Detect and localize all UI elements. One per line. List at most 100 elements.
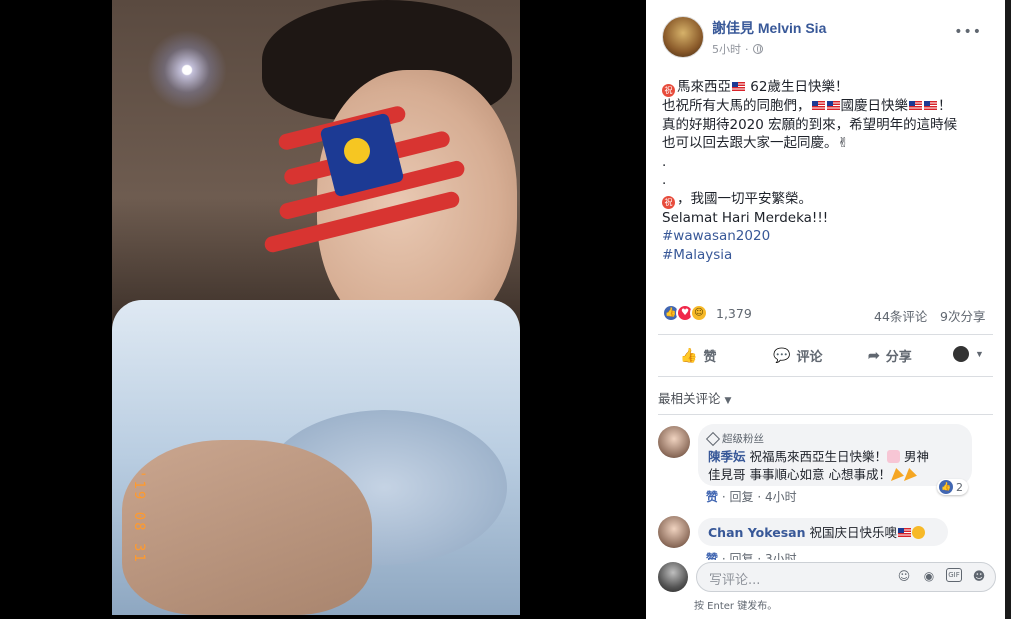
haha-reaction-icon[interactable]: ☺ — [690, 304, 708, 322]
like-label: 赞 — [703, 349, 717, 364]
photo-hand — [122, 440, 372, 615]
malaysia-flag-icon — [924, 101, 937, 110]
post-line: 祝馬來西亞 62歲生日快樂！ — [662, 78, 997, 97]
post-line: 祝，我國一切平安繁榮。 — [662, 190, 997, 209]
commenter-avatar[interactable] — [658, 516, 690, 548]
party-popper-icon — [903, 468, 917, 481]
comment-count[interactable]: 44条评论 — [874, 306, 927, 325]
smile-emoji-icon — [912, 526, 925, 539]
divider — [658, 376, 993, 377]
caret-down-icon: ▼ — [724, 396, 732, 406]
react-as-selector[interactable]: ▼ — [953, 346, 984, 362]
flag-sun — [344, 138, 370, 164]
gif-icon[interactable]: GIF — [946, 568, 962, 582]
badge-label: 超级粉丝 — [722, 433, 764, 445]
comment-sort-dropdown[interactable]: 最相关评论 ▼ — [658, 388, 731, 407]
comment-button[interactable]: 💬 评论 — [773, 346, 822, 365]
share-button[interactable]: ➦ 分享 — [868, 346, 912, 365]
ellipsis-icon[interactable]: ••• — [954, 24, 982, 40]
sort-label: 最相关评论 — [658, 391, 721, 406]
comment-actions: 赞 · 回复 · 4小时 — [706, 488, 797, 505]
comment-time[interactable]: 4小时 — [765, 490, 797, 504]
comment-reply-link[interactable]: 回复 — [729, 490, 753, 504]
post-panel: 謝佳見 Melvin Sia 5小时 · ••• 祝馬來西亞 62歲生日快樂！ … — [646, 0, 1005, 619]
share-label: 分享 — [885, 349, 912, 364]
post-actions: 👍 赞 💬 评论 ➦ 分享 ▼ — [658, 340, 993, 372]
camera-icon[interactable]: ◉ — [921, 568, 937, 584]
speech-bubble-icon: 💬 — [773, 347, 791, 363]
comment-like-link[interactable]: 赞 — [706, 490, 718, 504]
comment-bubble: Chan Yokesan 祝国庆日快乐噢 — [698, 518, 948, 546]
hashtag-link[interactable]: #Malaysia — [662, 246, 997, 265]
comment-text-part: 祝福馬來西亞生日快樂！ — [749, 449, 888, 464]
like-button[interactable]: 👍 赞 — [680, 346, 716, 365]
post-line: . — [662, 153, 667, 170]
malaysia-flag-icon — [909, 101, 922, 110]
dot-separator: · — [745, 42, 749, 56]
post-photo[interactable]: '19 08 31 — [112, 0, 520, 615]
reaction-count[interactable]: 1,379 — [716, 306, 752, 321]
post-text-part: 國慶日快樂 — [840, 98, 909, 114]
comment-text: 陳季妘 祝福馬來西亞生日快樂！ 男神 — [708, 448, 962, 466]
author-avatar[interactable] — [662, 16, 704, 58]
divider — [658, 414, 993, 415]
post-line: Selamat Hari Merdeka!!! — [662, 209, 829, 226]
share-count[interactable]: 9次分享 — [940, 306, 985, 325]
post-header: 謝佳見 Melvin Sia 5小时 · ••• — [662, 14, 992, 58]
caret-down-icon: ▼ — [975, 349, 984, 359]
post-meta: 5小时 · — [712, 41, 763, 57]
divider — [658, 334, 993, 335]
comment-placeholder: 写评论... — [709, 573, 761, 588]
post-time[interactable]: 5小时 — [712, 41, 741, 57]
diamond-icon — [705, 431, 721, 447]
commenter-name[interactable]: Chan Yokesan — [708, 525, 805, 540]
post-line: 也祝所有大馬的同胞們， 國慶日快樂 ！ — [662, 97, 997, 116]
post-text-part: ！ — [938, 98, 952, 114]
congratulation-icon: 祝 — [662, 195, 675, 209]
malaysia-flag-icon — [898, 528, 911, 537]
malaysia-flag-icon — [732, 82, 745, 91]
commenter-avatar[interactable] — [658, 426, 690, 458]
firework-left — [147, 30, 227, 110]
malaysia-flag-icon — [811, 101, 825, 110]
comment-reaction-badge[interactable]: 👍 2 — [937, 479, 968, 495]
post-text-part: 馬來西亞 — [677, 79, 731, 95]
comment-input[interactable]: 写评论... ☺ ◉ GIF ☻ — [696, 562, 996, 592]
post-line: 也可以回去跟大家一起同慶。✌ — [662, 135, 849, 151]
super-fan-badge: 超级粉丝 — [705, 430, 962, 448]
post-text-part: 62歲生日快樂！ — [746, 79, 849, 95]
post-line: 真的好期待2020 宏願的到來，希望明年的這時候 — [662, 116, 958, 133]
commenter-name[interactable]: 陳季妘 — [708, 449, 746, 464]
congratulation-icon: 祝 — [662, 84, 675, 97]
photo-viewer: '19 08 31 — [0, 0, 645, 619]
hashtag-link[interactable]: #wawasan2020 — [662, 227, 997, 246]
page-avatar-icon — [953, 346, 969, 362]
user-avatar[interactable] — [658, 562, 688, 592]
post-text-part: ，我國一切平安繁榮。 — [677, 190, 812, 207]
comment-text-part: 佳見哥 事事順心如意 心想事成！ — [708, 467, 891, 482]
comment-reaction-count: 2 — [956, 480, 963, 494]
thumbs-up-icon: 👍 — [680, 347, 698, 363]
author-name[interactable]: 謝佳見 Melvin Sia — [712, 18, 826, 38]
party-popper-icon — [890, 468, 904, 481]
post-line: . — [662, 172, 667, 188]
sticker-icon[interactable]: ☻ — [971, 568, 987, 584]
smiley-icon[interactable]: ☺ — [896, 568, 912, 584]
reaction-summary: 👍 ♥ ☺ 1,379 44条评论 9次分享 — [662, 304, 992, 324]
comment-text-part: 男神 — [900, 449, 930, 464]
post-text-part: 也祝所有大馬的同胞們， — [662, 98, 811, 114]
scrollbar[interactable] — [1005, 0, 1011, 619]
post-text: 祝馬來西亞 62歲生日快樂！ 也祝所有大馬的同胞們， 國慶日快樂！ 真的好期待20… — [662, 78, 997, 264]
composer-icons: ☺ ◉ GIF ☻ — [896, 568, 987, 584]
malaysia-flag-icon — [826, 101, 840, 110]
comment-bubble: 超级粉丝 陳季妘 祝福馬來西亞生日快樂！ 男神 佳見哥 事事順心如意 心想事成！ — [698, 424, 972, 486]
comment-text: 佳見哥 事事順心如意 心想事成！ — [708, 466, 962, 484]
cake-emoji-icon — [887, 450, 901, 463]
comment-text: 祝国庆日快乐噢 — [809, 525, 897, 540]
date-stamp: '19 08 31 — [131, 470, 147, 564]
enter-hint: 按 Enter 键发布。 — [694, 601, 778, 612]
globe-icon — [752, 44, 763, 54]
comment-label: 评论 — [796, 349, 823, 364]
comment-composer: 写评论... ☺ ◉ GIF ☻ — [658, 560, 998, 594]
share-arrow-icon: ➦ — [868, 347, 880, 363]
